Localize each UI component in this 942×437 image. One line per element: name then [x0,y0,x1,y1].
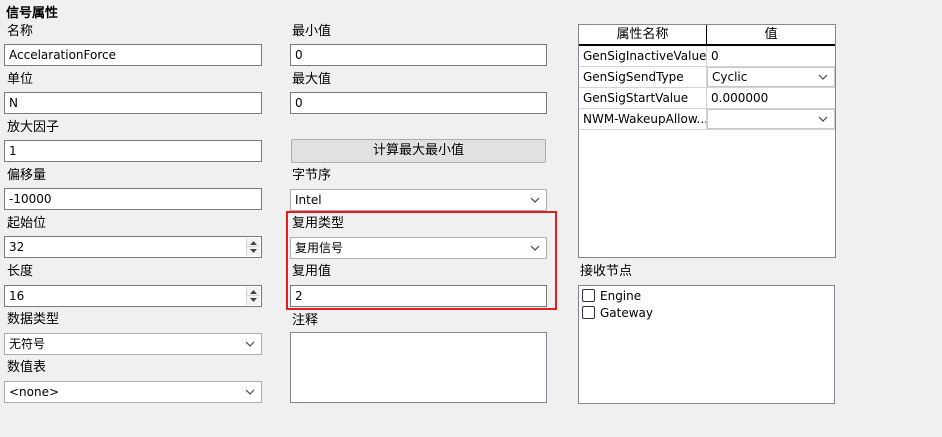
unit-input[interactable]: N [4,92,262,114]
factor-input[interactable]: 1 [4,140,262,162]
checkbox-engine[interactable] [582,289,595,302]
prop-name: GenSigInactiveValue [579,46,707,66]
chevron-down-icon [818,74,828,80]
max-label: 最大值 [292,72,332,87]
chevron-down-icon [818,116,828,122]
unit-label: 单位 [7,72,34,87]
comment-textarea[interactable] [290,332,547,403]
mux-value-label: 复用值 [292,264,332,279]
header-attr-value[interactable]: 值 [707,25,835,44]
receiver-name: Engine [600,289,642,303]
start-bit-value: 32 [9,240,25,254]
spin-up-icon[interactable] [247,287,260,296]
mux-type-label: 复用类型 [292,216,345,231]
header-attr-name[interactable]: 属性名称 [579,25,707,44]
spin-down-icon[interactable] [247,296,260,305]
table-row[interactable]: GenSigInactiveValue 0 [579,46,835,67]
byte-order-select[interactable]: Intel [290,189,547,211]
data-type-label: 数据类型 [7,312,60,327]
byte-order-value: Intel [295,193,322,207]
spin-up-icon[interactable] [247,238,260,247]
name-label: 名称 [7,24,34,39]
factor-label: 放大因子 [7,120,60,135]
calc-min-max-button[interactable]: 计算最大最小值 [291,139,546,163]
mux-value-input[interactable]: 2 [290,285,547,307]
mux-type-select[interactable]: 复用信号 [290,237,547,259]
table-row[interactable]: NWM-WakeupAllow... [579,109,835,130]
table-row[interactable]: GenSigSendType Cyclic [579,67,835,88]
prop-value[interactable]: 0.000000 [707,88,835,108]
prop-value[interactable]: 0 [707,46,835,66]
length-spin[interactable] [246,287,260,305]
length-value: 16 [9,289,25,303]
receivers-list: Engine Gateway [578,285,835,404]
list-item[interactable]: Gateway [582,305,653,321]
max-input[interactable]: 0 [290,92,547,114]
chevron-down-icon [530,197,540,203]
data-type-select[interactable]: 无符号 [4,333,262,355]
start-bit-spin[interactable] [246,238,260,256]
property-grid-header: 属性名称 值 [579,25,835,46]
value-table-value: <none> [9,385,60,399]
start-bit-label: 起始位 [7,216,47,231]
list-item[interactable]: Engine [582,288,641,304]
data-type-value: 无符号 [9,337,46,351]
checkbox-gateway[interactable] [582,306,595,319]
offset-label: 偏移量 [7,168,47,183]
property-grid: 属性名称 值 GenSigInactiveValue 0 GenSigSendT… [578,24,836,258]
chevron-down-icon [245,389,255,395]
chevron-down-icon [530,245,540,251]
prop-value: Cyclic [712,70,748,84]
value-table-select[interactable]: <none> [4,381,262,403]
receiver-name: Gateway [600,306,654,320]
byte-order-label: 字节序 [292,168,332,183]
min-input[interactable]: 0 [290,44,547,66]
prop-name: GenSigStartValue [579,88,707,108]
name-input[interactable]: AccelarationForce [4,44,262,66]
prop-value-select[interactable]: Cyclic [707,67,835,87]
group-title: 信号属性 [6,6,59,21]
length-label: 长度 [7,264,34,279]
receivers-label: 接收节点 [580,264,633,279]
prop-value-select[interactable] [707,109,835,129]
mux-type-value: 复用信号 [295,241,344,255]
spin-down-icon[interactable] [247,247,260,256]
table-row[interactable]: GenSigStartValue 0.000000 [579,88,835,109]
min-label: 最小值 [292,24,332,39]
chevron-down-icon [245,341,255,347]
prop-name: NWM-WakeupAllow... [579,109,707,129]
length-stepper[interactable]: 16 [4,285,262,307]
value-table-label: 数值表 [7,360,47,375]
prop-name: GenSigSendType [579,67,707,87]
offset-input[interactable]: -10000 [4,188,262,210]
start-bit-stepper[interactable]: 32 [4,236,262,258]
comment-label: 注释 [292,313,319,328]
